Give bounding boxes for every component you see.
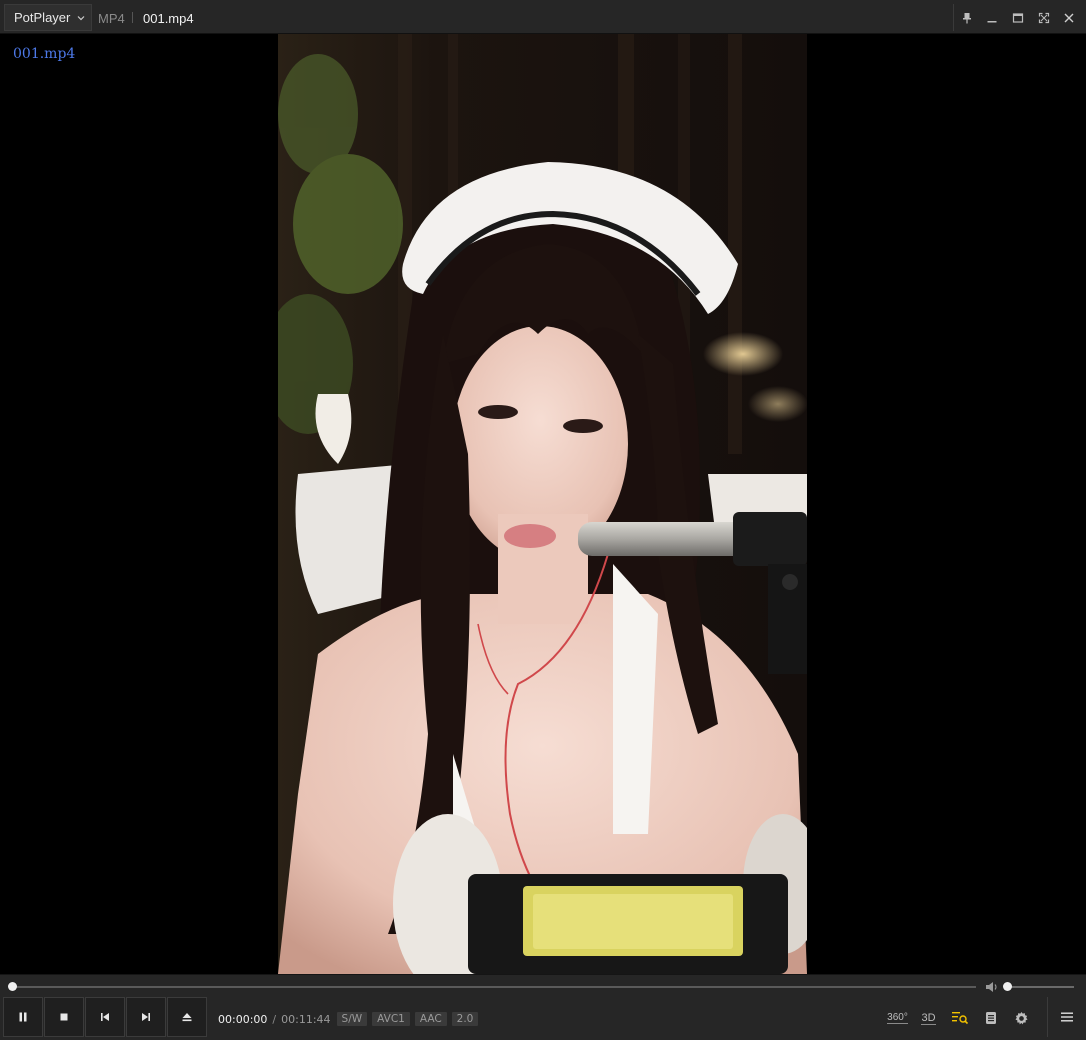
playback-buttons xyxy=(3,997,208,1037)
pause-icon xyxy=(19,1012,27,1022)
right-controls: 360° 3D xyxy=(882,1004,1037,1032)
volume-handle[interactable] xyxy=(1003,982,1012,991)
close-icon xyxy=(1064,13,1074,22)
video-frame-image xyxy=(278,34,807,974)
gear-icon xyxy=(1015,1011,1028,1024)
seek-bar[interactable] xyxy=(13,986,976,988)
chevron-down-icon xyxy=(77,15,85,20)
total-duration[interactable]: 00:11:44 xyxy=(281,1013,330,1026)
file-format-label: MP4 xyxy=(98,11,125,26)
stop-button[interactable] xyxy=(44,997,84,1037)
time-separator: / xyxy=(272,1012,277,1026)
title-bar: PotPlayer MP4 001.mp4 xyxy=(0,0,1086,34)
minimize-icon xyxy=(987,20,997,22)
playlist-search-icon xyxy=(951,1012,968,1025)
pause-button[interactable] xyxy=(3,997,43,1037)
fullscreen-button[interactable] xyxy=(1034,8,1054,28)
stop-icon xyxy=(60,1013,68,1021)
hamburger-menu-icon xyxy=(1061,1012,1073,1022)
seek-handle[interactable] xyxy=(8,982,17,991)
previous-button[interactable] xyxy=(85,997,125,1037)
pin-icon xyxy=(962,12,971,23)
eject-icon xyxy=(182,1013,192,1022)
app-name: PotPlayer xyxy=(14,10,71,25)
window-controls xyxy=(953,4,1082,31)
maximize-icon xyxy=(1012,12,1024,23)
file-name-title: 001.mp4 xyxy=(143,11,194,26)
osd-filename: 001.mp4 xyxy=(13,46,76,62)
close-button[interactable] xyxy=(1059,8,1079,28)
time-info: 00:00:00 / 00:11:44 S/W AVC1 AAC 2.0 xyxy=(218,1012,479,1026)
audio-channels-badge[interactable]: 2.0 xyxy=(451,1012,479,1026)
current-time[interactable]: 00:00:00 xyxy=(218,1013,267,1026)
3d-button[interactable]: 3D xyxy=(913,1004,944,1032)
3d-icon: 3D xyxy=(921,1011,936,1025)
playlist-button[interactable] xyxy=(944,1004,975,1032)
control-bar: 00:00:00 / 00:11:44 S/W AVC1 AAC 2.0 360… xyxy=(0,974,1086,1040)
vr-360-button[interactable]: 360° xyxy=(882,1004,913,1032)
360-icon: 360° xyxy=(887,1012,908,1024)
eject-button[interactable] xyxy=(167,997,207,1037)
maximize-button[interactable] xyxy=(1008,8,1028,28)
volume-icon[interactable] xyxy=(985,980,999,994)
title-separator xyxy=(132,12,133,23)
volume-slider[interactable] xyxy=(1008,986,1074,988)
chapter-button[interactable] xyxy=(975,1004,1006,1032)
pin-button[interactable] xyxy=(957,8,977,28)
video-codec-badge[interactable]: AVC1 xyxy=(372,1012,410,1026)
minimize-button[interactable] xyxy=(982,8,1002,28)
decoder-badge[interactable]: S/W xyxy=(336,1012,368,1026)
main-menu-button[interactable] xyxy=(1047,997,1086,1037)
next-icon xyxy=(142,1013,150,1021)
audio-codec-badge[interactable]: AAC xyxy=(414,1012,447,1026)
app-menu-button[interactable]: PotPlayer xyxy=(4,4,92,31)
fullscreen-icon xyxy=(1038,12,1049,23)
video-frame[interactable] xyxy=(278,34,807,974)
chapter-icon xyxy=(985,1012,996,1024)
previous-icon xyxy=(101,1013,109,1021)
settings-button[interactable] xyxy=(1006,1004,1037,1032)
next-button[interactable] xyxy=(126,997,166,1037)
